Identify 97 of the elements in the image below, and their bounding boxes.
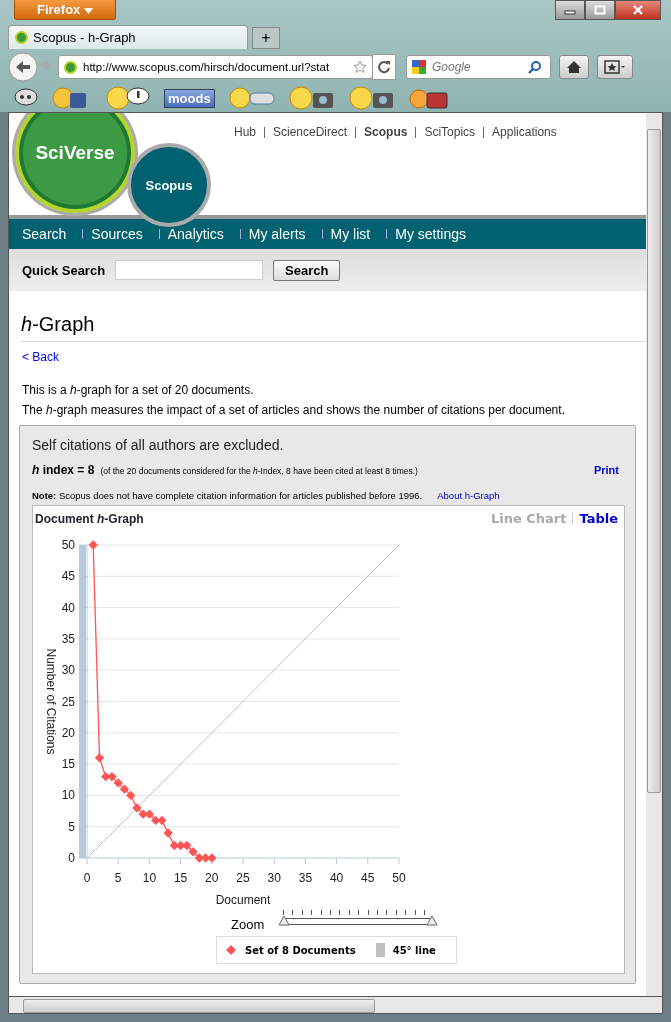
view-tab[interactable]: Table: [579, 511, 618, 526]
data-point: [188, 847, 198, 857]
search-engine-icon[interactable]: [412, 60, 426, 74]
search-button[interactable]: Search: [273, 259, 341, 281]
nav-link[interactable]: My list: [330, 226, 379, 242]
x-tick-label: 0: [83, 871, 91, 885]
smiley-camera-icon[interactable]: [348, 86, 395, 110]
y-tick-label: 20: [61, 725, 75, 740]
top-link[interactable]: SciTopics: [416, 125, 484, 139]
x-axis-title: Document: [215, 893, 271, 907]
horizontal-scrollbar[interactable]: [8, 997, 663, 1014]
h-index-note: (of the 20 documents considered for the h-Index, 8 have been cited at least 8 times.): [100, 466, 419, 476]
speech-bubble-icon[interactable]: [14, 88, 38, 108]
smiley-tv-icon[interactable]: [408, 86, 449, 110]
y-axis-title: Number of Citations: [44, 648, 58, 755]
x-tick-label: 30: [267, 871, 281, 885]
quick-search-field[interactable]: [115, 260, 264, 280]
y-tick-label: 25: [61, 694, 75, 709]
data-point: [144, 809, 155, 819]
intro-text: This is a h-graph for a set of 20 documents.: [22, 383, 255, 397]
caret-icon: [83, 8, 93, 14]
data-point: [182, 840, 192, 851]
minimize-icon[interactable]: [555, 0, 585, 20]
browser-tab[interactable]: Scopus - h-Graph: [8, 25, 248, 49]
top-link[interactable]: ScienceDirect: [265, 125, 356, 139]
x-tick-label: 10: [142, 871, 157, 885]
x-tick-label: 5: [114, 871, 122, 885]
intro-text: The h-graph measures the impact of a set of articles and shows the number of citations per document.: [22, 403, 566, 417]
y-tick-label: 30: [61, 663, 75, 678]
search-field[interactable]: Google: [406, 55, 551, 79]
h-index-value: h index = 8: [32, 463, 95, 477]
maximize-icon[interactable]: [585, 0, 615, 20]
data-point: [126, 790, 136, 801]
close-icon[interactable]: [615, 0, 661, 20]
page-title: h-Graph: [21, 313, 646, 342]
y-tick-label: 50: [61, 538, 75, 552]
star-icon[interactable]: [353, 60, 367, 74]
back-button[interactable]: [8, 52, 38, 82]
x-tick-label: 40: [329, 871, 344, 885]
data-point: [113, 778, 123, 788]
y-tick-label: 10: [61, 788, 75, 803]
back-link[interactable]: < Back: [22, 350, 633, 364]
bookmarks-icon[interactable]: [597, 55, 633, 79]
legend-marker-icon: [225, 944, 237, 956]
print-link[interactable]: Print: [593, 464, 619, 476]
data-point: [207, 853, 217, 863]
y-tick-label: 40: [61, 600, 75, 615]
reload-icon[interactable]: [372, 54, 396, 80]
favicon-icon: [64, 60, 77, 74]
x-tick-label: 15: [173, 871, 188, 885]
y-tick-label: 45: [61, 569, 75, 584]
data-point: [157, 815, 167, 826]
data-point: [119, 784, 130, 794]
moods-bookmark[interactable]: moods: [164, 88, 215, 108]
x-tick-label: 45: [361, 871, 375, 885]
search-icon[interactable]: [528, 60, 542, 74]
legend-label: Set of 8 Documents: [245, 944, 356, 956]
nav-link[interactable]: Search: [22, 226, 75, 242]
nav-link[interactable]: Analytics: [167, 226, 232, 242]
address-bar[interactable]: http://www.scopus.com/hirsch/document.url?stat: [58, 55, 373, 79]
slider-handle[interactable]: [426, 915, 439, 926]
legend-swatch: [375, 943, 385, 957]
favicon-icon: [15, 31, 28, 44]
data-point: [88, 540, 98, 550]
nav-link[interactable]: Sources: [91, 226, 151, 242]
data-point: [132, 803, 142, 813]
data-point: [107, 771, 117, 782]
quick-search-label: Quick Search: [22, 262, 106, 278]
vertical-scrollbar[interactable]: [646, 113, 662, 996]
y-tick-label: 35: [61, 631, 75, 646]
nav-link[interactable]: My settings: [395, 226, 475, 242]
slider-handle[interactable]: [278, 915, 291, 926]
y-tick-label: 5: [68, 819, 75, 834]
self-citations-text: Self citations of all authors are excluded.: [32, 437, 285, 453]
smiley-speech-icon[interactable]: [106, 86, 150, 110]
new-tab-button[interactable]: +: [252, 27, 280, 49]
x-tick-label: 20: [205, 871, 219, 885]
data-point: [163, 828, 173, 838]
y-tick-label: 0: [68, 851, 75, 865]
top-link[interactable]: Hub: [226, 125, 264, 139]
data-point: [200, 853, 211, 863]
smiley-camera-icon[interactable]: [288, 86, 335, 110]
y-tick-label: 15: [61, 757, 75, 772]
zoom-label: Zoom: [231, 917, 265, 932]
x-tick-label: 25: [236, 871, 250, 885]
scopus-logo[interactable]: Scopus: [127, 143, 211, 227]
chart-title: Document h-Graph: [35, 511, 144, 526]
top-link[interactable]: Scopus: [356, 125, 416, 139]
nav-link[interactable]: My alerts: [248, 226, 314, 242]
note-text: Note: Scopus does not have complete citation information for articles published before 1996.: [32, 490, 423, 501]
x-tick-label: 35: [298, 871, 313, 885]
data-point: [94, 753, 105, 763]
about-link[interactable]: About h-Graph: [437, 490, 500, 501]
legend-label: 45° line: [392, 944, 436, 956]
home-icon[interactable]: [559, 55, 589, 79]
x-tick-label: 50: [392, 871, 406, 885]
top-link[interactable]: Applications: [484, 125, 565, 139]
